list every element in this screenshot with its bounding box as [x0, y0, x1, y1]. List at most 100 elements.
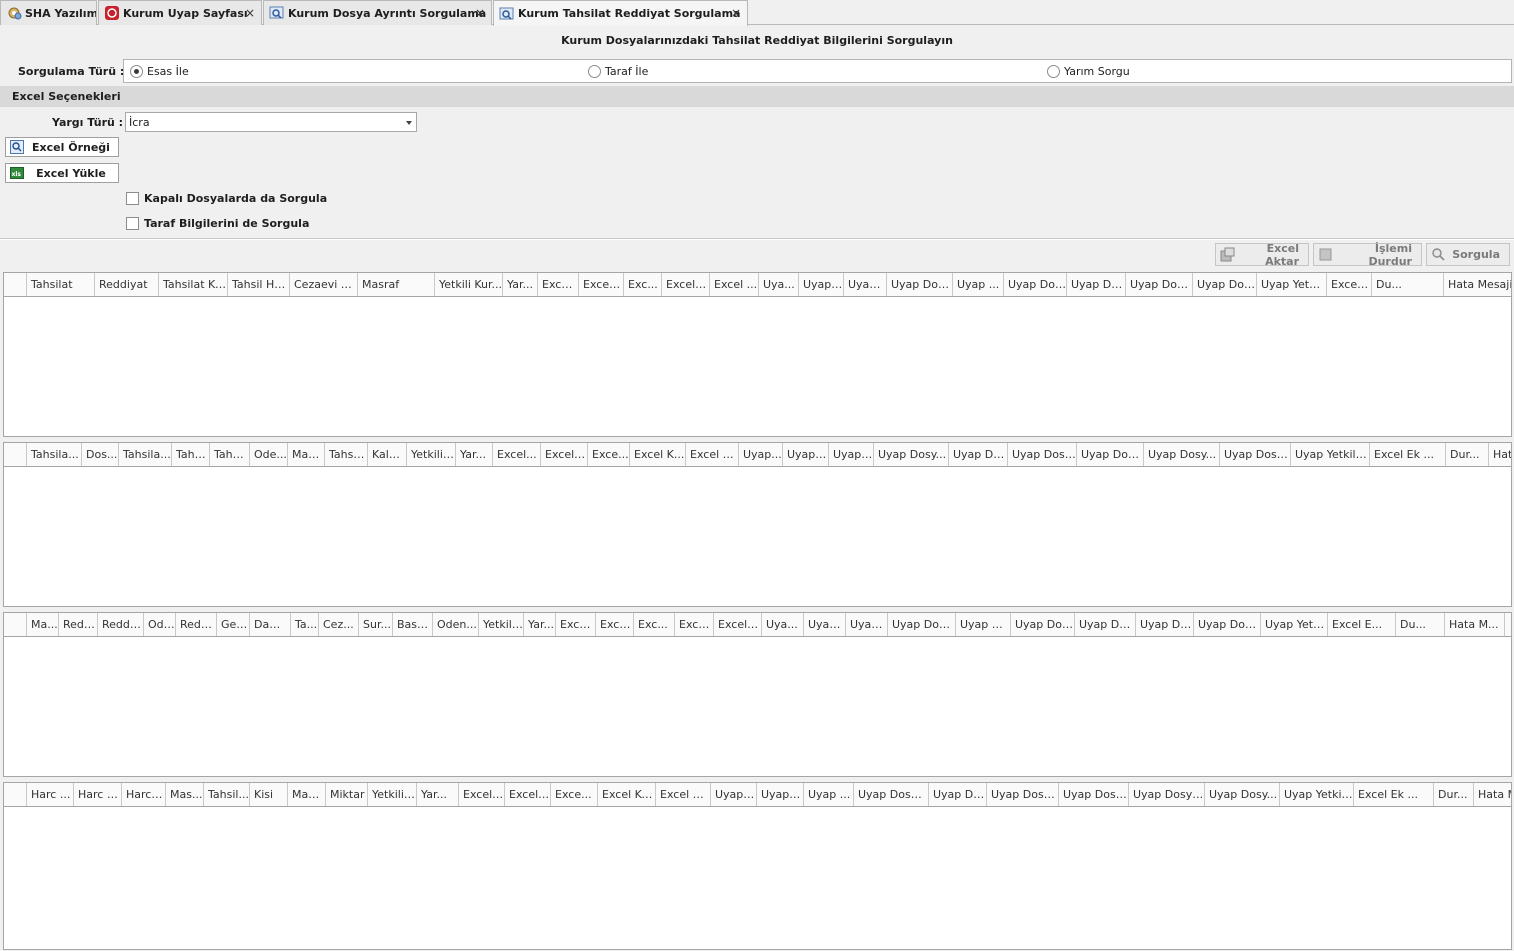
column-header[interactable]: Mas... — [166, 783, 204, 806]
column-header[interactable]: Uyap Dosy... — [1205, 783, 1280, 806]
column-header[interactable]: Kala... — [368, 443, 407, 466]
column-header[interactable]: Uyap Dosy... — [874, 443, 949, 466]
column-header[interactable]: Excel K... — [656, 783, 711, 806]
stop-process-button[interactable]: İşlemi Durdur — [1313, 242, 1422, 268]
column-header[interactable]: Ma... — [27, 613, 59, 636]
column-header[interactable]: Du... — [1396, 613, 1445, 636]
column-header[interactable]: Tahsila... — [27, 443, 82, 466]
tab-kurum-tahsilat-reddiyat[interactable]: Kurum Tahsilat Reddiyat Sorgulama × — [493, 0, 748, 26]
column-header[interactable]: Excel ... — [714, 613, 762, 636]
column-header[interactable]: Excel ... — [541, 443, 588, 466]
radio-yarim-sorgu[interactable]: Yarım Sorgu — [1047, 65, 1130, 78]
column-header[interactable]: Yar... — [456, 443, 493, 466]
column-header[interactable]: Uyap Yetkil... — [1257, 273, 1327, 296]
column-header[interactable]: Uyap Do... — [1075, 613, 1136, 636]
checkbox[interactable] — [126, 217, 139, 230]
column-header[interactable]: Uyap Dosya... — [1129, 783, 1205, 806]
column-header[interactable]: Excel E... — [1327, 273, 1372, 296]
column-header[interactable]: Dam... — [250, 613, 291, 636]
column-header[interactable]: Uyap Do... — [929, 783, 987, 806]
column-header[interactable]: Yar... — [417, 783, 459, 806]
column-header[interactable]: Exce... — [538, 273, 579, 296]
radio-esas-ile[interactable]: Esas İle — [130, 65, 189, 78]
column-header[interactable]: Reddiyat — [95, 273, 159, 296]
column-header[interactable]: Uyap... — [844, 273, 887, 296]
column-header[interactable]: Yetkili Kur... — [435, 273, 503, 296]
column-header[interactable]: Ode... — [250, 443, 288, 466]
column-header[interactable]: Uya... — [762, 613, 804, 636]
tab-sha-yazilim[interactable]: SHA Yazılım — [0, 0, 97, 25]
column-header[interactable]: Uyap Yetkili ... — [1291, 443, 1370, 466]
column-header[interactable]: Uyap... — [846, 613, 888, 636]
column-header[interactable]: Uyap Dos... — [1011, 613, 1075, 636]
column-header[interactable]: Yetkili ... — [407, 443, 456, 466]
column-header[interactable]: Tahsi... — [210, 443, 250, 466]
column-header[interactable]: Harc ... — [122, 783, 166, 806]
column-header[interactable]: Uya... — [759, 273, 799, 296]
column-header[interactable]: Cez... — [319, 613, 359, 636]
column-header[interactable]: Excel ... — [505, 783, 551, 806]
column-header[interactable]: Uyap ... — [783, 443, 829, 466]
column-header[interactable]: Harc ... — [27, 783, 74, 806]
column-header[interactable]: Exce... — [551, 783, 598, 806]
column-header[interactable]: Ode... — [144, 613, 176, 636]
column-header[interactable]: Excel... — [596, 613, 634, 636]
excel-sample-button[interactable]: Excel Örneği — [5, 137, 119, 157]
radio-taraf-ile[interactable]: Taraf İle — [588, 65, 648, 78]
column-header[interactable]: Masraf — [358, 273, 435, 296]
column-header[interactable]: Exc... — [634, 613, 675, 636]
column-header[interactable]: Dur... — [1434, 783, 1474, 806]
column-header[interactable]: Uyap ... — [829, 443, 874, 466]
column-header[interactable]: Tahsilat Ka... — [159, 273, 228, 296]
tab-kurum-dosya-ayrinti[interactable]: Kurum Dosya Ayrıntı Sorgulama × — [263, 0, 492, 25]
column-header[interactable]: Dur... — [1446, 443, 1489, 466]
column-header[interactable]: Excel ... — [662, 273, 710, 296]
column-header[interactable]: Uyap Do... — [949, 443, 1008, 466]
column-header[interactable]: Yar... — [503, 273, 538, 296]
column-header[interactable]: Uyap Dos... — [1136, 613, 1194, 636]
excel-export-button[interactable]: Excel Aktar — [1215, 242, 1309, 268]
column-header[interactable]: Exc... — [624, 273, 662, 296]
column-header[interactable]: Exce... — [556, 613, 596, 636]
radio-button[interactable] — [588, 65, 601, 78]
query-button[interactable]: Sorgula — [1426, 243, 1510, 266]
column-header[interactable]: Excel E... — [1328, 613, 1396, 636]
column-header[interactable]: Uyap Yetkili ... — [1280, 783, 1354, 806]
column-header[interactable]: Excel K... — [630, 443, 686, 466]
column-header[interactable]: Uyap Dos... — [1077, 443, 1144, 466]
column-header[interactable]: Harc D... — [74, 783, 122, 806]
grid-masraf[interactable]: Ma...Redd...Reddi...Ode...Reddi...Geli..… — [3, 612, 1512, 777]
column-header[interactable]: Yetkili ... — [368, 783, 417, 806]
excel-upload-button[interactable]: xls Excel Yükle — [5, 163, 119, 183]
radio-button-selected[interactable] — [130, 65, 143, 78]
column-header[interactable]: Tahs... — [172, 443, 210, 466]
column-header[interactable]: Hata M... — [1474, 783, 1511, 806]
column-header[interactable]: Basv... — [393, 613, 433, 636]
column-header[interactable]: Uyap... — [739, 443, 783, 466]
column-header[interactable]: Tahsil... — [325, 443, 368, 466]
column-header[interactable]: Uyap Dos... — [888, 613, 956, 636]
checkbox[interactable] — [126, 192, 139, 205]
column-header[interactable]: Uyap Dos... — [1194, 613, 1261, 636]
column-header[interactable]: Tahsilat — [27, 273, 95, 296]
column-header[interactable]: Du... — [1372, 273, 1444, 296]
column-header[interactable]: Excel K... — [686, 443, 739, 466]
column-header[interactable]: Tahsil... — [204, 783, 250, 806]
column-header[interactable]: Mak... — [288, 783, 326, 806]
grid-harc[interactable]: Harc ... Harc D... Harc ... Mas... Tahsil...… — [3, 782, 1512, 950]
column-header[interactable]: Uyap ... — [804, 783, 854, 806]
close-icon[interactable]: × — [245, 6, 255, 20]
column-header[interactable]: Excel K... — [675, 613, 714, 636]
party-info-checkbox-row[interactable]: Taraf Bilgilerini de Sorgula — [126, 217, 309, 230]
column-header[interactable]: Hata Me... — [1489, 443, 1511, 466]
jurisdiction-select[interactable]: İcra — [125, 112, 417, 132]
column-header[interactable]: Hata Mesaji — [1444, 273, 1511, 296]
column-header[interactable]: Excel Ek ... — [1354, 783, 1434, 806]
radio-button[interactable] — [1047, 65, 1060, 78]
column-header[interactable]: Uyap ... — [799, 273, 844, 296]
column-header[interactable]: Cezaevi H... — [290, 273, 358, 296]
column-header[interactable]: Tahsila... — [119, 443, 172, 466]
column-header[interactable]: Excel... — [493, 443, 541, 466]
column-header[interactable]: Mak... — [288, 443, 325, 466]
chevron-down-icon[interactable] — [406, 121, 412, 125]
